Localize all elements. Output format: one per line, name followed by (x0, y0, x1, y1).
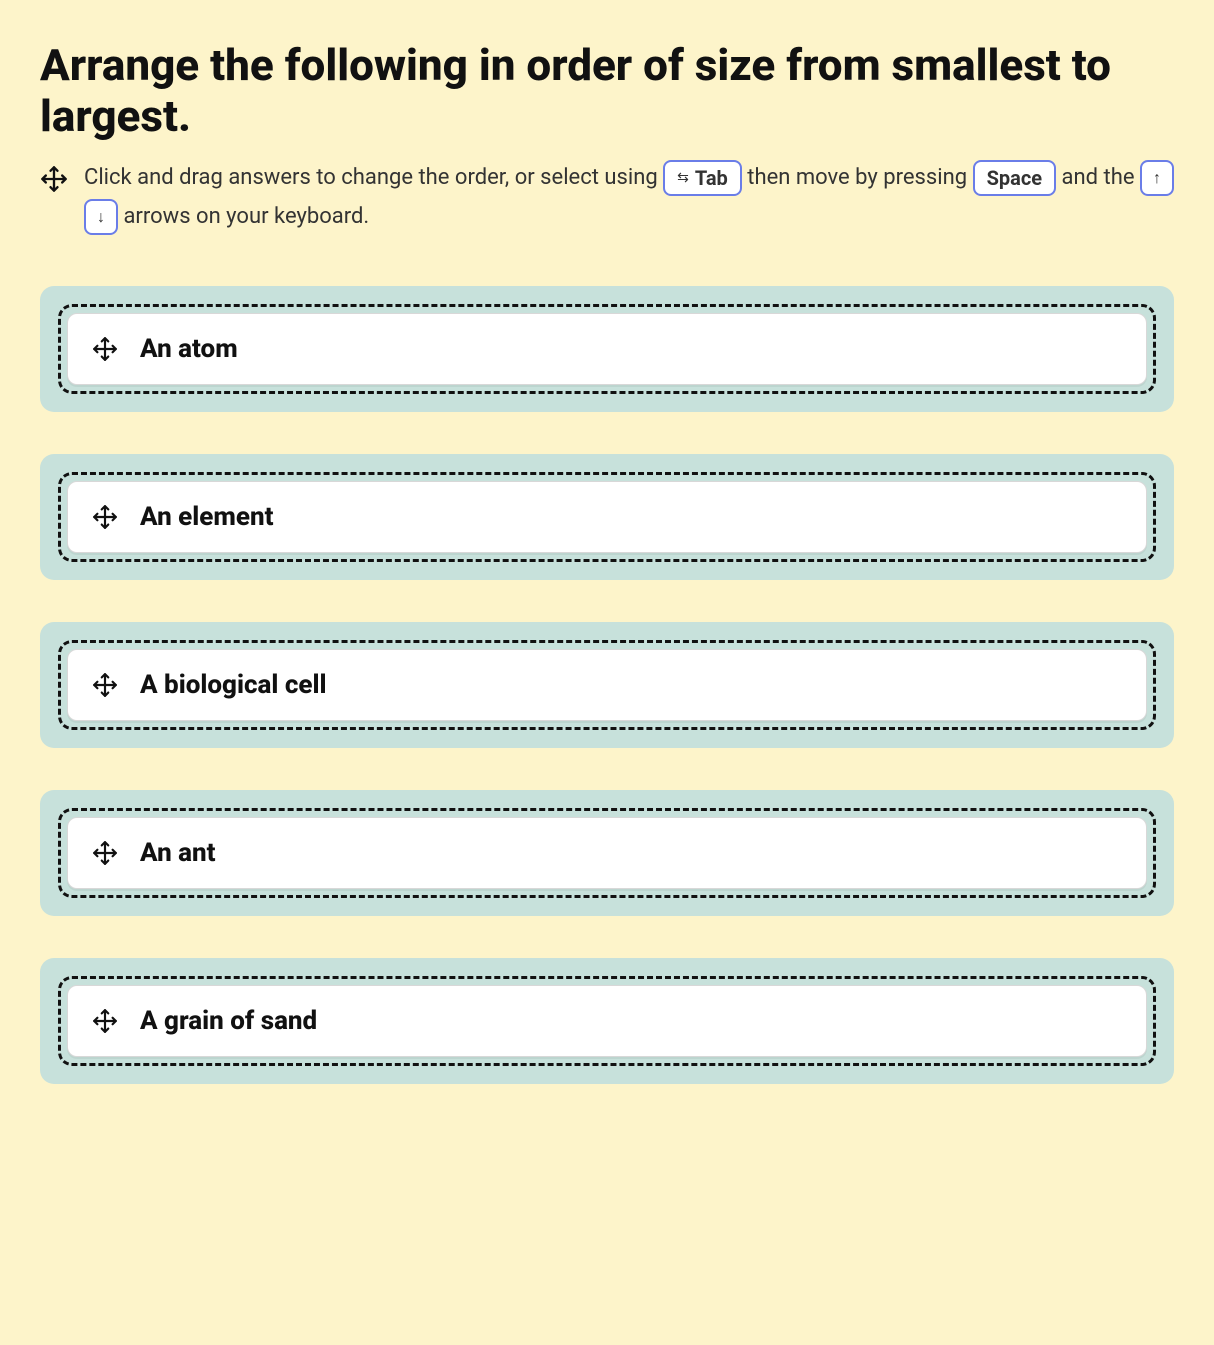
move-icon (40, 165, 68, 193)
answer-card[interactable]: An atom (67, 313, 1147, 385)
instructions-part-2: then move by pressing (747, 165, 972, 190)
move-icon[interactable] (92, 840, 118, 866)
answer-label: An atom (140, 334, 238, 364)
move-icon[interactable] (92, 672, 118, 698)
answer-label: A grain of sand (140, 1006, 317, 1036)
tab-glyph-icon: ⇆ (677, 171, 689, 185)
up-arrow-icon: ↑ (1153, 170, 1161, 186)
answer-card[interactable]: An element (67, 481, 1147, 553)
answer-card[interactable]: A biological cell (67, 649, 1147, 721)
dashed-slot: An element (58, 472, 1156, 562)
dropzone[interactable]: A biological cell (40, 622, 1174, 748)
move-icon[interactable] (92, 336, 118, 362)
space-key-label: Space (987, 168, 1043, 188)
instructions-part-1: Click and drag answers to change the ord… (84, 165, 663, 190)
instructions-row: Click and drag answers to change the ord… (40, 159, 1174, 236)
dropzone[interactable]: An element (40, 454, 1174, 580)
dashed-slot: An ant (58, 808, 1156, 898)
answer-label: A biological cell (140, 670, 327, 700)
down-arrow-icon: ↓ (97, 209, 105, 225)
move-icon[interactable] (92, 504, 118, 530)
answer-card[interactable]: A grain of sand (67, 985, 1147, 1057)
answer-label: An ant (140, 838, 216, 868)
dashed-slot: A biological cell (58, 640, 1156, 730)
instructions-part-3: and the (1062, 165, 1140, 190)
move-icon[interactable] (92, 1008, 118, 1034)
dropzone[interactable]: An ant (40, 790, 1174, 916)
answer-card[interactable]: An ant (67, 817, 1147, 889)
tab-key-label: Tab (695, 168, 728, 188)
down-arrow-key: ↓ (84, 199, 118, 235)
instructions-part-4: arrows on your keyboard. (123, 204, 369, 229)
dropzone[interactable]: A grain of sand (40, 958, 1174, 1084)
dashed-slot: A grain of sand (58, 976, 1156, 1066)
dashed-slot: An atom (58, 304, 1156, 394)
instructions-text: Click and drag answers to change the ord… (84, 159, 1174, 236)
dropzone[interactable]: An atom (40, 286, 1174, 412)
answer-list: An atom An element (40, 286, 1174, 1084)
tab-key: ⇆ Tab (663, 160, 742, 196)
up-arrow-key: ↑ (1140, 160, 1174, 196)
space-key: Space (973, 160, 1057, 196)
question-title: Arrange the following in order of size f… (40, 40, 1174, 141)
answer-label: An element (140, 502, 273, 532)
